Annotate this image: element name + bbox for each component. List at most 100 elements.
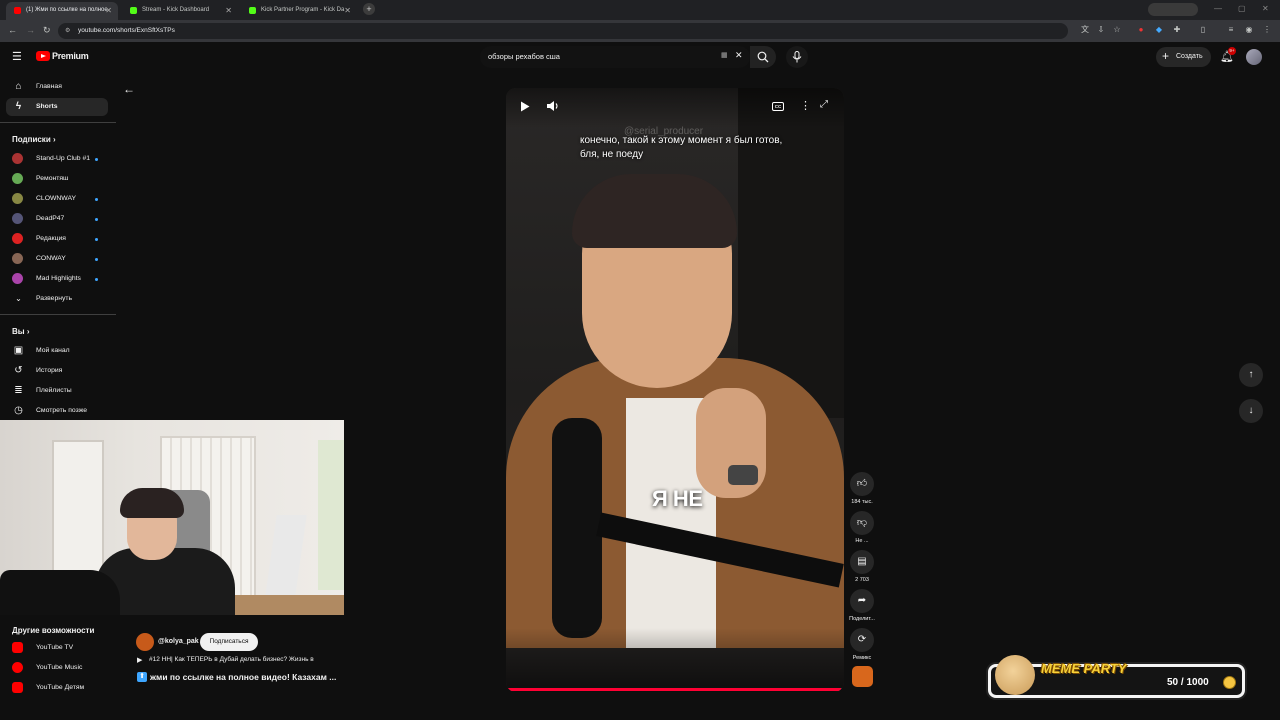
- address-bar[interactable]: ⚙ youtube.com/shorts/ExnSftXsTPs: [58, 23, 1068, 39]
- sidebar-item-sub[interactable]: DeadP47: [6, 210, 108, 228]
- search-button[interactable]: [750, 46, 776, 68]
- subscribe-button[interactable]: Подписаться: [200, 633, 258, 651]
- previous-short-button[interactable]: ↑: [1239, 363, 1263, 387]
- comment-count: 2 703: [855, 577, 869, 583]
- keyboard-icon[interactable]: ▦: [721, 51, 728, 59]
- minimize-icon[interactable]: —: [1214, 4, 1222, 13]
- sidebar-item-watch-later[interactable]: ◷ Смотреть позже: [6, 402, 108, 420]
- more-heading: Другие возможности: [12, 626, 95, 635]
- menu-dots-icon[interactable]: ⋮: [1262, 25, 1272, 35]
- close-tab-icon[interactable]: ✕: [225, 6, 232, 15]
- home-icon: ⌂: [15, 81, 22, 92]
- divider: [0, 122, 116, 123]
- short-video-player[interactable]: CC ⋮ ⤢ @serial_producer конечно, такой к…: [506, 88, 844, 692]
- sound-thumbnail[interactable]: [852, 666, 873, 687]
- voice-search-button[interactable]: [786, 46, 808, 68]
- side-panel-icon[interactable]: ▯: [1198, 25, 1208, 35]
- channel-avatar: [12, 213, 23, 224]
- bookmark-star-icon[interactable]: ☆: [1112, 25, 1122, 35]
- person-hair: [120, 488, 184, 518]
- sidebar-item-sub[interactable]: Редакция: [6, 230, 108, 248]
- watch-later-icon: ◷: [14, 405, 23, 416]
- media-icon[interactable]: ≡: [1226, 25, 1236, 35]
- channel-name[interactable]: @kolya_pak: [158, 638, 199, 645]
- play-related-icon[interactable]: ▶: [137, 656, 142, 664]
- kick-favicon-icon: [249, 7, 256, 14]
- sidebar-item-playlists[interactable]: ≣ Плейлисты: [6, 382, 108, 400]
- browser-tab-bar: (1) Жми по ссылке на полное ✕ Stream - K…: [0, 0, 1280, 20]
- sidebar-item-shorts[interactable]: ϟ Shorts: [6, 98, 108, 116]
- channel-avatar: [12, 193, 23, 204]
- channel-avatar[interactable]: [136, 633, 154, 651]
- back-arrow-icon[interactable]: ←: [123, 82, 135, 96]
- sidebar-item-home[interactable]: ⌂ Главная: [6, 78, 108, 96]
- remix-button[interactable]: ⟳: [850, 628, 874, 652]
- install-icon[interactable]: ⇩: [1096, 25, 1106, 35]
- subscriptions-heading[interactable]: Подписки ›: [12, 135, 56, 144]
- sidebar-item-label: CLOWNWAY: [36, 195, 77, 202]
- extension-blue-icon[interactable]: ◆: [1154, 25, 1164, 35]
- create-button[interactable]: + Создать: [1156, 47, 1211, 67]
- profile-icon[interactable]: ◉: [1244, 25, 1254, 35]
- fullscreen-icon[interactable]: ⤢: [820, 99, 828, 110]
- sidebar-item-label: YouTube Music: [36, 664, 83, 671]
- sidebar-item-sub[interactable]: Mad Highlights: [6, 270, 108, 288]
- sidebar-item-youtube-kids[interactable]: YouTube Детям: [6, 679, 108, 697]
- hamburger-menu-icon[interactable]: ☰: [12, 50, 22, 63]
- sidebar-item-sub[interactable]: Ремонтяш: [6, 170, 108, 188]
- remix-label: Ремикс: [852, 655, 872, 661]
- close-window-icon[interactable]: ✕: [1262, 4, 1269, 13]
- translate-icon[interactable]: 文: [1080, 25, 1090, 35]
- progress-track[interactable]: [506, 688, 844, 691]
- sidebar-item-label: Редакция: [36, 235, 66, 242]
- maximize-icon[interactable]: ▢: [1238, 4, 1246, 13]
- window: [318, 440, 344, 590]
- channel-avatar: [12, 273, 23, 284]
- volume-icon[interactable]: [546, 100, 560, 112]
- sidebar-item-expand[interactable]: ⌄ Развернуть: [6, 290, 108, 308]
- more-options-icon[interactable]: ⋮: [800, 99, 811, 112]
- sidebar-item-label: Плейлисты: [36, 387, 72, 394]
- profile-pill[interactable]: [1148, 3, 1198, 16]
- play-icon[interactable]: [520, 101, 530, 112]
- channel-avatar: [12, 153, 23, 164]
- close-tab-icon[interactable]: ✕: [344, 6, 351, 15]
- related-video-link[interactable]: #12 НН| Как ТЕПЕРЬ в Дубай делать бизнес…: [149, 656, 314, 663]
- new-tab-button[interactable]: +: [363, 3, 375, 15]
- extension-red-icon[interactable]: ●: [1136, 25, 1146, 35]
- comments-button[interactable]: ▤: [850, 550, 874, 574]
- tab-kick-partner[interactable]: Kick Partner Program - Kick Da ✕: [241, 2, 357, 20]
- logo-text[interactable]: Premium: [52, 51, 89, 61]
- forward-arrow-icon[interactable]: →: [26, 25, 35, 35]
- meme-party-widget: MEME PARTY 50 / 1000: [988, 655, 1245, 698]
- site-info-icon[interactable]: ⚙: [65, 27, 70, 34]
- short-title[interactable]: жми по ссылке на полное видео! Казахам .…: [150, 672, 336, 682]
- next-short-button[interactable]: ↓: [1239, 399, 1263, 423]
- share-button[interactable]: ➦: [850, 589, 874, 613]
- you-heading[interactable]: Вы ›: [12, 327, 30, 336]
- captions-icon[interactable]: CC: [772, 102, 784, 111]
- extensions-puzzle-icon[interactable]: ✚: [1172, 25, 1182, 35]
- sidebar-item-my-channel[interactable]: ▣ Мой канал: [6, 342, 108, 360]
- close-tab-icon[interactable]: ✕: [105, 6, 112, 15]
- tab-kick-dashboard[interactable]: Stream - Kick Dashboard ✕: [122, 2, 238, 20]
- youtube-music-icon: [12, 662, 23, 673]
- sidebar-item-sub[interactable]: CLOWNWAY: [6, 190, 108, 208]
- sidebar-item-sub[interactable]: CONWAY: [6, 250, 108, 268]
- sidebar-item-label: DeadP47: [36, 215, 65, 222]
- avatar[interactable]: [1246, 49, 1262, 65]
- sidebar-item-history[interactable]: ↺ История: [6, 362, 108, 380]
- sidebar-item-label: Shorts: [36, 103, 58, 110]
- tab-youtube[interactable]: (1) Жми по ссылке на полное ✕: [6, 2, 118, 20]
- sidebar-item-sub[interactable]: Stand-Up Club #1: [6, 150, 108, 168]
- search-input[interactable]: обзоры рехабов сша ▦ ✕: [480, 46, 750, 68]
- sidebar-item-youtube-tv[interactable]: YouTube TV: [6, 639, 108, 657]
- youtube-logo-icon[interactable]: [36, 51, 50, 61]
- sidebar-item-label: Ремонтяш: [36, 175, 69, 182]
- dislike-button[interactable]: 👎︎: [850, 511, 874, 535]
- sidebar-item-youtube-music[interactable]: YouTube Music: [6, 659, 108, 677]
- clear-search-icon[interactable]: ✕: [735, 50, 743, 61]
- like-button[interactable]: 👍︎: [850, 472, 874, 496]
- back-arrow-icon[interactable]: ←: [8, 25, 17, 35]
- reload-icon[interactable]: ↻: [43, 25, 51, 36]
